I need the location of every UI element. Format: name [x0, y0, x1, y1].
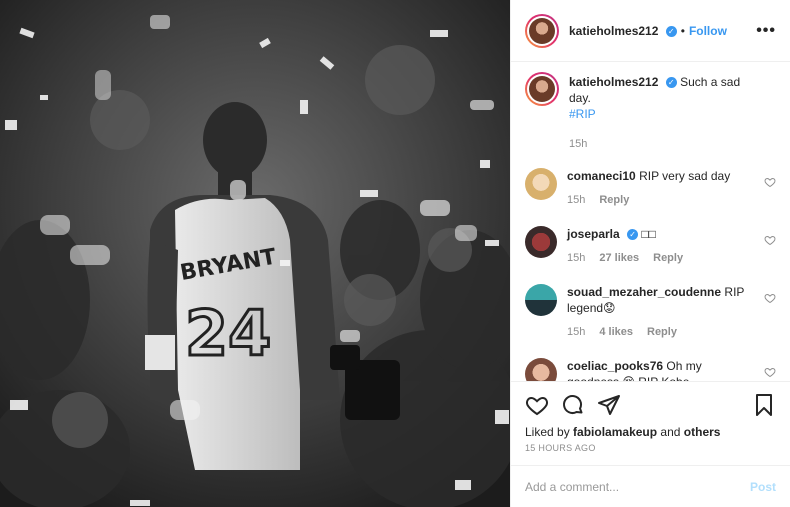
liked-by-and: and [660, 425, 681, 439]
caption-time: 15h [569, 138, 588, 150]
comment-likes[interactable]: 4 likes [599, 326, 633, 338]
comment-item: coeliac_pooks76 Oh my goodness 😔 RIP Kob… [525, 358, 776, 381]
post-photo-image: BRYANT 24 [0, 0, 510, 507]
caption-username[interactable]: katieholmes212 [569, 75, 658, 89]
liked-by-others[interactable]: others [684, 425, 721, 439]
comment-item: souad_mezaher_coudenne RIP legend😟 15h 4 … [525, 284, 776, 340]
author-avatar[interactable] [525, 13, 559, 48]
comment-username[interactable]: joseparla [567, 227, 620, 241]
comment-bubble-icon[interactable] [561, 393, 585, 417]
comment-likes[interactable]: 27 likes [599, 252, 639, 264]
caption-hashtag[interactable]: #RIP [569, 107, 596, 121]
comment-time: 15h [567, 194, 586, 206]
separator-dot: • [680, 23, 685, 38]
comment-time: 15h [567, 326, 586, 338]
add-comment-bar: Post [511, 465, 790, 507]
commenter-avatar[interactable] [525, 226, 557, 258]
action-bar [511, 381, 790, 421]
more-options-icon[interactable]: ••• [756, 22, 776, 40]
commenter-avatar[interactable] [525, 168, 557, 200]
reply-button[interactable]: Reply [647, 326, 677, 338]
author-username-text[interactable]: katieholmes212 [569, 24, 658, 38]
post-photo[interactable]: BRYANT 24 [0, 0, 510, 507]
save-bookmark-icon[interactable] [752, 393, 776, 417]
post-header: katieholmes212 ✓ • Follow ••• [511, 0, 790, 62]
comment-text: RIP very sad day [639, 169, 731, 183]
verified-badge-icon: ✓ [627, 229, 639, 241]
instagram-post: BRYANT 24 katieholmes212 ✓ • Follow ••• … [0, 0, 790, 507]
comment-item: joseparla ✓ □□ 15h 27 likes Reply [525, 226, 776, 266]
comment-like-icon[interactable] [764, 234, 776, 246]
post-comment-button[interactable]: Post [750, 480, 776, 494]
comment-text: □□ [641, 227, 656, 241]
verified-badge-icon: ✓ [665, 25, 677, 37]
add-comment-input[interactable] [525, 479, 750, 494]
author-username[interactable]: katieholmes212 ✓ [569, 24, 677, 38]
jersey-number: 24 [185, 297, 271, 370]
commenter-avatar[interactable] [525, 358, 557, 381]
verified-badge-icon: ✓ [665, 77, 677, 89]
comment-like-icon[interactable] [764, 176, 776, 188]
caption-avatar[interactable] [525, 72, 559, 106]
share-send-icon[interactable] [597, 393, 621, 417]
comment-like-icon[interactable] [764, 366, 776, 378]
follow-button[interactable]: Follow [689, 24, 727, 38]
caption: katieholmes212 ✓ Such a sad day. #RIP 15… [525, 72, 776, 152]
comment-username[interactable]: souad_mezaher_coudenne [567, 285, 721, 299]
comment-time: 15h [567, 252, 586, 264]
comment-item: comaneci10 RIP very sad day 15h Reply [525, 168, 776, 208]
commenter-avatar[interactable] [525, 284, 557, 316]
comment-username[interactable]: coeliac_pooks76 [567, 359, 663, 373]
comment-like-icon[interactable] [764, 292, 776, 304]
liked-by-prefix: Liked by [525, 425, 570, 439]
like-heart-icon[interactable] [525, 393, 549, 417]
comment-username[interactable]: comaneci10 [567, 169, 636, 183]
comments-list[interactable]: katieholmes212 ✓ Such a sad day. #RIP 15… [511, 62, 790, 381]
reply-button[interactable]: Reply [653, 252, 683, 264]
liked-by: Liked by fabiolamakeup and others [511, 421, 790, 441]
post-sidebar: katieholmes212 ✓ • Follow ••• katieholme… [510, 0, 790, 507]
liked-by-user[interactable]: fabiolamakeup [573, 425, 657, 439]
reply-button[interactable]: Reply [599, 194, 629, 206]
post-timestamp[interactable]: 15 HOURS AGO [511, 441, 790, 453]
